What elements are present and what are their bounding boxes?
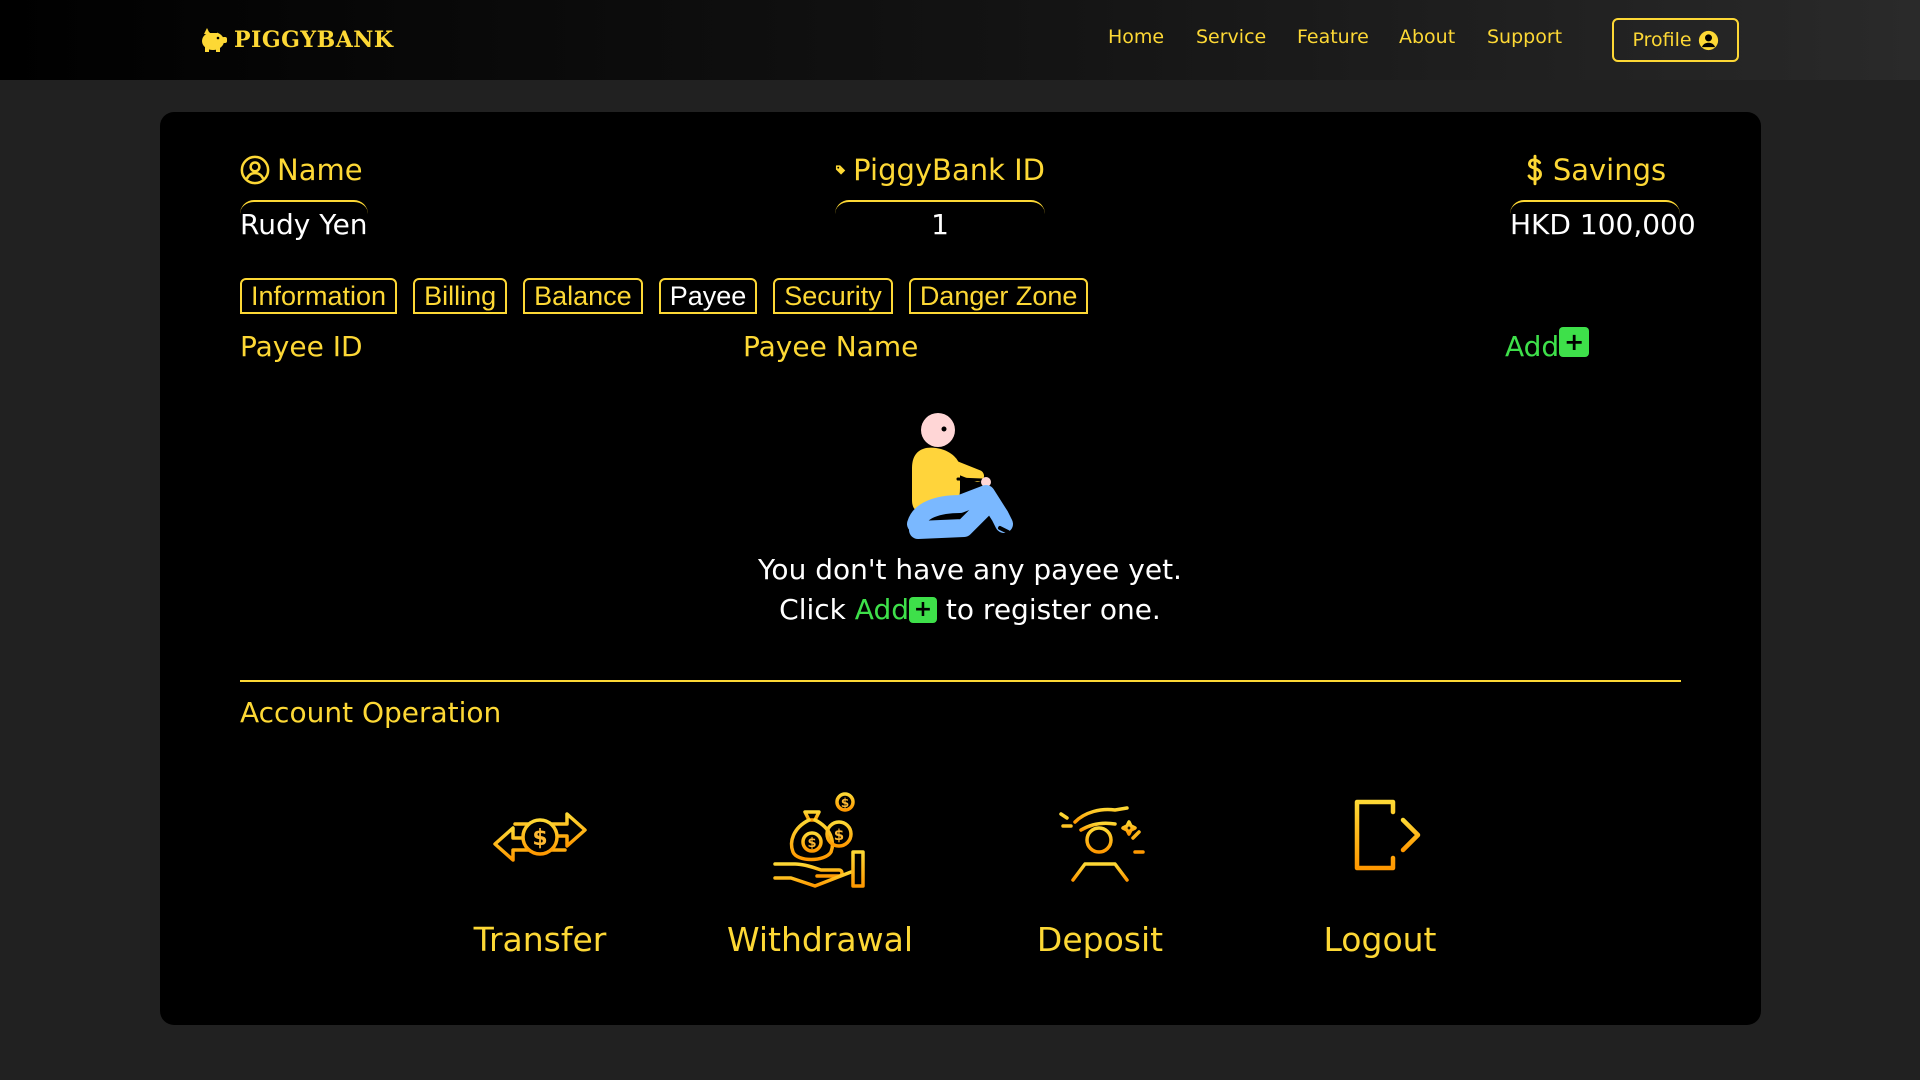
inline-add-button[interactable]: Add + bbox=[854, 590, 938, 630]
plus-icon: + bbox=[909, 597, 938, 623]
empty-click-text: Click bbox=[779, 593, 846, 626]
account-savings-block: Savings HKD 100,000 bbox=[1510, 148, 1696, 241]
id-value: 1 bbox=[835, 200, 1045, 241]
inline-add-label: Add bbox=[854, 593, 910, 626]
payee-name-header: Payee Name bbox=[743, 330, 919, 363]
name-value: Rudy Yen bbox=[240, 200, 368, 241]
account-tabs: Information Billing Balance Payee Securi… bbox=[240, 278, 1089, 314]
deposit-label: Deposit bbox=[1036, 920, 1164, 959]
svg-text:$: $ bbox=[841, 796, 849, 810]
logout-icon bbox=[1354, 799, 1421, 871]
transfer-button[interactable]: $ Transfer bbox=[430, 782, 650, 959]
sad-person-illustration bbox=[907, 413, 1013, 539]
account-card: Name Rudy Yen PiggyBank ID 1 Savings HKD… bbox=[160, 112, 1761, 1025]
withdrawal-icon: $ $ $ bbox=[773, 792, 865, 888]
account-id-block: PiggyBank ID 1 bbox=[835, 148, 1045, 241]
svg-text:$: $ bbox=[807, 836, 816, 851]
account-operation-title: Account Operation bbox=[240, 696, 502, 729]
transfer-icon: $ bbox=[493, 812, 587, 862]
withdrawal-button[interactable]: $ $ $ Withdrawal bbox=[710, 782, 930, 959]
profile-label: Profile bbox=[1632, 29, 1692, 51]
add-label: Add bbox=[1505, 330, 1560, 363]
nav-home[interactable]: Home bbox=[1108, 26, 1164, 48]
tab-payee[interactable]: Payee bbox=[658, 278, 758, 314]
logout-button[interactable]: Logout bbox=[1270, 782, 1490, 959]
dollar-icon bbox=[1527, 154, 1542, 186]
transfer-label: Transfer bbox=[473, 920, 607, 959]
user-circle-icon bbox=[1698, 30, 1718, 50]
nav-service[interactable]: Service bbox=[1196, 26, 1266, 48]
svg-text:$: $ bbox=[532, 826, 547, 851]
empty-line-1: You don't have any payee yet. bbox=[758, 553, 1182, 586]
deposit-button[interactable]: Deposit bbox=[990, 782, 1210, 959]
tab-danger-zone[interactable]: Danger Zone bbox=[908, 278, 1089, 314]
account-name-block: Name Rudy Yen bbox=[240, 148, 368, 241]
name-label: Name bbox=[277, 153, 363, 187]
add-payee-button[interactable]: Add + bbox=[1505, 326, 1590, 363]
top-navbar: PIGGYBANK Home Service Feature About Sup… bbox=[0, 0, 1920, 80]
tab-billing[interactable]: Billing bbox=[413, 278, 508, 314]
nav-about[interactable]: About bbox=[1399, 26, 1455, 48]
savings-value: HKD 100,000 bbox=[1510, 200, 1696, 241]
nav-support[interactable]: Support bbox=[1487, 26, 1562, 48]
savings-label: Savings bbox=[1552, 153, 1667, 187]
section-divider bbox=[240, 680, 1681, 682]
withdrawal-label: Withdrawal bbox=[726, 920, 914, 959]
user-circle-icon bbox=[240, 155, 270, 185]
id-label: PiggyBank ID bbox=[853, 153, 1045, 187]
tab-balance[interactable]: Balance bbox=[523, 278, 643, 314]
svg-text:$: $ bbox=[834, 826, 844, 844]
logout-label: Logout bbox=[1323, 920, 1437, 959]
tab-security[interactable]: Security bbox=[773, 278, 893, 314]
tab-information[interactable]: Information bbox=[240, 278, 398, 314]
tag-icon bbox=[835, 165, 846, 175]
payee-id-header: Payee ID bbox=[240, 330, 363, 363]
empty-line-2: Click Add + to register one. bbox=[700, 590, 1240, 630]
empty-register-text: to register one. bbox=[945, 593, 1161, 626]
profile-button[interactable]: Profile bbox=[1612, 18, 1739, 62]
empty-state-message: You don't have any payee yet. Click Add +… bbox=[700, 550, 1240, 630]
nav-feature[interactable]: Feature bbox=[1297, 26, 1369, 48]
plus-icon: + bbox=[1559, 326, 1590, 357]
deposit-icon bbox=[1059, 806, 1145, 882]
